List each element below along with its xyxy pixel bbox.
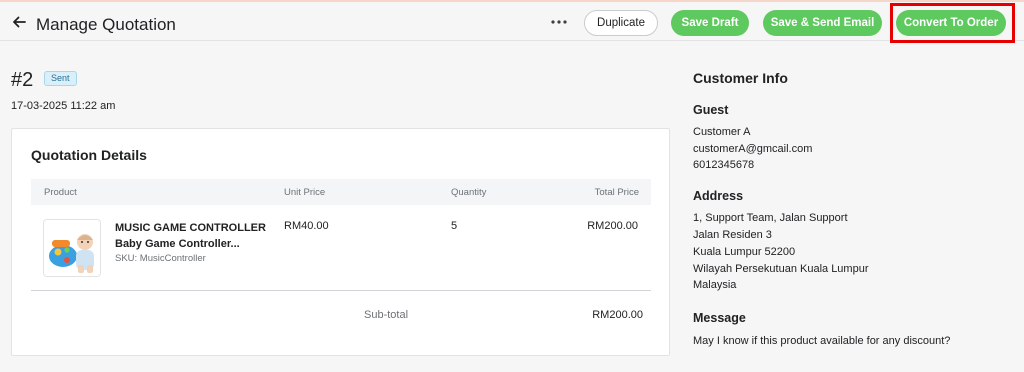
address-line: Malaysia xyxy=(693,279,737,291)
arrow-left-icon[interactable] xyxy=(11,14,27,30)
quotation-details-card: Quotation Details Product Unit Price Qua… xyxy=(11,128,670,356)
unit-price-value: RM40.00 xyxy=(284,220,329,232)
column-unit-price: Unit Price xyxy=(284,187,326,198)
address-heading: Address xyxy=(693,189,744,203)
quotation-date: 17-03-2025 11:22 am xyxy=(11,100,116,112)
product-name-line2: Baby Game Controller... xyxy=(115,238,240,250)
customer-info-heading: Customer Info xyxy=(693,70,788,86)
subtotal-value: RM200.00 xyxy=(592,309,643,321)
product-sku: SKU: MusicController xyxy=(115,253,206,264)
quantity-value: 5 xyxy=(451,220,458,232)
save-send-email-button[interactable]: Save & Send Email xyxy=(763,10,882,36)
product-name-line1: MUSIC GAME CONTROLLER xyxy=(115,222,266,234)
card-title: Quotation Details xyxy=(31,147,147,163)
column-product: Product xyxy=(44,187,77,198)
duplicate-button[interactable]: Duplicate xyxy=(584,10,658,36)
customer-message: May I know if this product available for… xyxy=(693,335,951,347)
address-line: Kuala Lumpur 52200 xyxy=(693,246,796,258)
message-heading: Message xyxy=(693,311,746,325)
product-toy-image xyxy=(44,220,100,276)
page-title: Manage Quotation xyxy=(36,15,176,34)
address-line: Wilayah Persekutuan Kuala Lumpur xyxy=(693,263,869,275)
more-horizontal-icon[interactable] xyxy=(549,15,569,29)
save-draft-button[interactable]: Save Draft xyxy=(671,10,749,36)
column-quantity: Quantity xyxy=(451,187,487,198)
address-line: Jalan Residen 3 xyxy=(693,229,772,241)
customer-phone: 6012345678 xyxy=(693,159,755,171)
product-name[interactable]: MUSIC GAME CONTROLLER Baby Game Controll… xyxy=(115,220,275,252)
table-divider xyxy=(31,290,651,291)
table-header: Product Unit Price Quantity Total Price xyxy=(31,179,651,205)
address-line: 1, Support Team, Jalan Support xyxy=(693,212,848,224)
product-image[interactable] xyxy=(43,219,101,277)
total-price-value: RM200.00 xyxy=(587,220,638,232)
convert-to-order-button[interactable]: Convert To Order xyxy=(896,10,1006,36)
customer-name: Customer A xyxy=(693,126,751,138)
status-badge: Sent xyxy=(44,71,77,86)
page-header: Manage Quotation Duplicate Save Draft Sa… xyxy=(0,2,1024,41)
customer-email: customerA@gmcail.com xyxy=(693,143,813,155)
subtotal-label: Sub-total xyxy=(364,309,409,321)
quotation-number: #2 xyxy=(11,69,34,91)
customer-type: Guest xyxy=(693,103,729,117)
column-total-price: Total Price xyxy=(594,187,639,198)
